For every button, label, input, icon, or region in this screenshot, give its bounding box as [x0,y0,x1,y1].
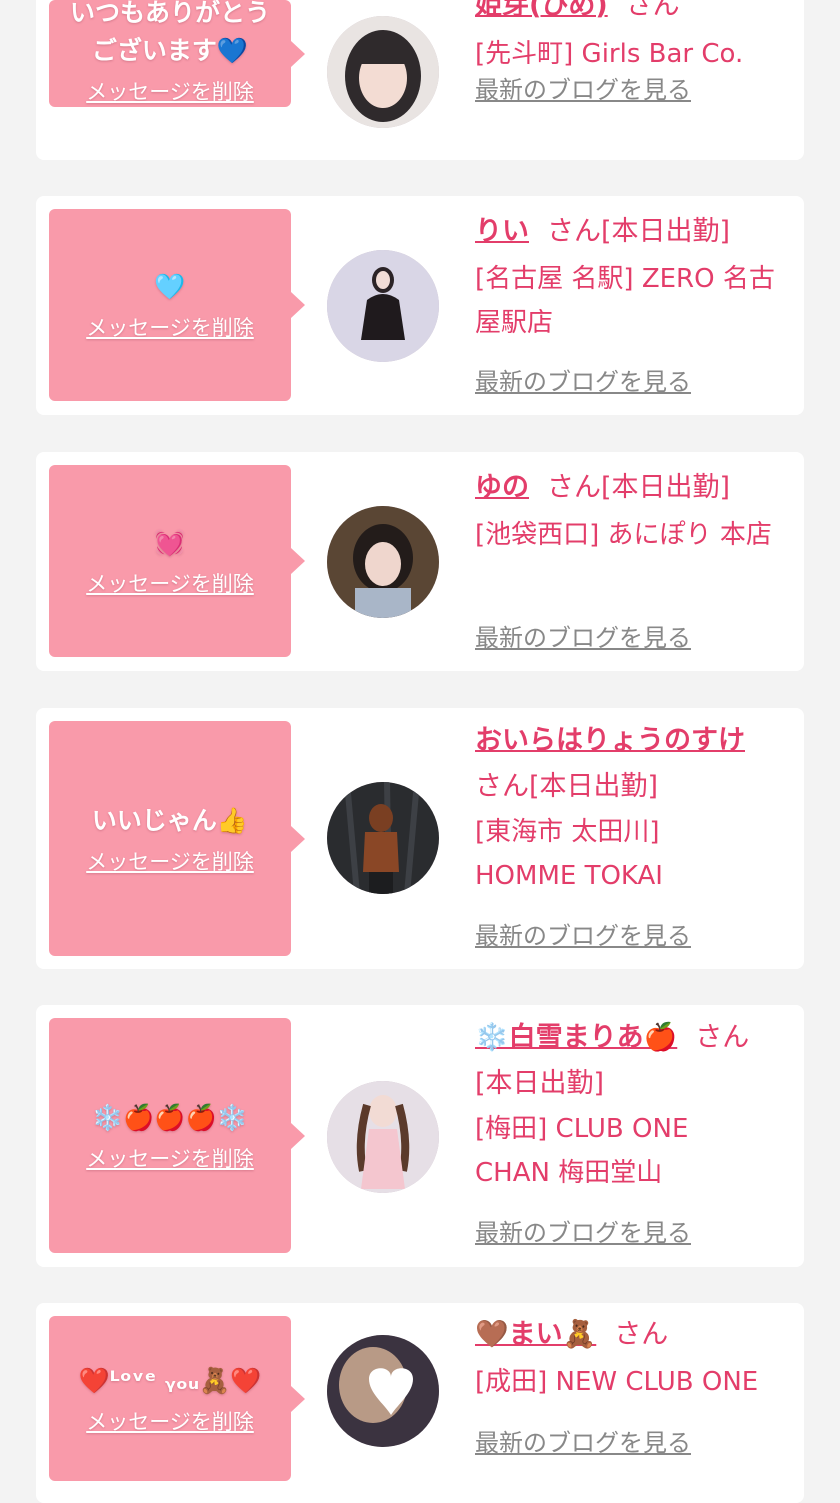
message-text: いいじゃん👍 [91,805,249,835]
delete-message-link[interactable]: メッセージを削除 [86,568,254,598]
message-bubble: ❤️ᴸᵒᵛᵉ ᵧₒᵤ🧸❤️ メッセージを削除 [49,1316,305,1481]
message-card: 💓 メッセージを削除 ゆの さん[本日出勤] [池袋西口] あにぽり 本店 最新の… [36,452,804,671]
message-bubble: 💓 メッセージを削除 [49,465,305,657]
girl-name-link[interactable]: 姫芽(ひめ) [475,0,608,21]
message-bubble: いつもありがとう ございます💙 メッセージを削除 [49,0,305,107]
girl-name-link[interactable]: おいらはりょうのすけ [475,725,745,756]
message-text: 💓 [154,528,186,557]
message-card: いつもありがとう ございます💙 メッセージを削除 姫芽(ひめ) さん [先斗町] … [36,0,804,160]
delete-message-link[interactable]: メッセージを削除 [86,846,254,876]
work-status: [本日出勤] [475,1068,605,1099]
latest-blog-link[interactable]: 最新のブログを見る [475,1213,691,1248]
message-card: 🩵 メッセージを削除 りい さん[本日出勤] [名古屋 名駅] ZERO 名古屋駅… [36,196,804,415]
avatar[interactable] [327,1335,439,1447]
girl-name-link[interactable]: ❄️白雪まりあ🍎 [475,1022,677,1053]
avatar-photo [327,250,439,362]
girl-info: ゆの さん[本日出勤] [池袋西口] あにぽり 本店 最新のブログを見る [475,452,795,652]
avatar[interactable] [327,16,439,128]
work-status: [本日出勤] [529,771,659,802]
latest-blog-link[interactable]: 最新のブログを見る [475,1423,691,1458]
avatar-photo [327,16,439,128]
work-status: [本日出勤] [601,216,731,247]
girl-info: りい さん[本日出勤] [名古屋 名駅] ZERO 名古屋駅店 最新のブログを見る [475,196,795,396]
avatar[interactable] [327,250,439,362]
girl-info: 🤎まい🧸 さん [成田] NEW CLUB ONE 最新のブログを見る [475,1303,795,1457]
shop-name: [東海市 太田川] HOMME TOKAI [475,817,663,891]
message-bubble: いいじゃん👍 メッセージを削除 [49,721,305,956]
latest-blog-link[interactable]: 最新のブログを見る [475,618,691,653]
latest-blog-link[interactable]: 最新のブログを見る [475,916,691,951]
avatar[interactable] [327,782,439,894]
honorific: さん [614,1319,669,1350]
shop-name: [成田] NEW CLUB ONE [475,1367,759,1397]
girl-name-link[interactable]: ゆの [475,472,529,503]
avatar-photo [327,782,439,894]
girl-info: ❄️白雪まりあ🍎 さん [本日出勤] [梅田] CLUB ONE CHAN 梅田堂山… [475,1005,795,1247]
honorific: さん [695,1022,750,1053]
message-text: ❄️🍎🍎🍎❄️ [92,1102,248,1132]
message-bubble: 🩵 メッセージを削除 [49,209,305,401]
message-text: 🩵 [154,272,186,301]
avatar-photo [327,1335,439,1447]
message-text: ❤️ᴸᵒᵛᵉ ᵧₒᵤ🧸❤️ [78,1365,262,1395]
avatar[interactable] [327,1081,439,1193]
latest-blog-link[interactable]: 最新のブログを見る [475,362,691,397]
work-status: [本日出勤] [601,472,731,503]
message-text: いつもありがとう ございます💙 [69,0,270,65]
message-card: ❤️ᴸᵒᵛᵉ ᵧₒᵤ🧸❤️ メッセージを削除 🤎まい🧸 さん [成田] NEW C… [36,1303,804,1503]
message-card: いいじゃん👍 メッセージを削除 おいらはりょうのすけ さん[本日出勤] [東海市 … [36,708,804,969]
girl-info: 姫芽(ひめ) さん [先斗町] Girls Bar Co. 最新のブログを見る [475,0,795,104]
girl-info: おいらはりょうのすけ さん[本日出勤] [東海市 太田川] HOMME TOKAI… [475,708,795,950]
honorific: さん [547,216,601,247]
honorific: さん [475,771,529,802]
avatar-photo [327,506,439,618]
delete-message-link[interactable]: メッセージを削除 [86,312,254,342]
delete-message-link[interactable]: メッセージを削除 [86,1143,254,1173]
delete-message-link[interactable]: メッセージを削除 [86,76,254,106]
avatar-photo [327,1081,439,1193]
shop-name: [池袋西口] あにぽり 本店 [475,520,772,550]
message-bubble: ❄️🍎🍎🍎❄️ メッセージを削除 [49,1018,305,1253]
shop-name: [名古屋 名駅] ZERO 名古屋駅店 [475,264,775,338]
honorific: さん [547,472,601,503]
message-card: ❄️🍎🍎🍎❄️ メッセージを削除 ❄️白雪まりあ🍎 さん [本日出勤] [梅田] C… [36,1005,804,1267]
girl-name-link[interactable]: りい [475,216,529,247]
latest-blog-link[interactable]: 最新のブログを見る [475,70,691,105]
shop-name: [梅田] CLUB ONE CHAN 梅田堂山 [475,1114,689,1188]
delete-message-link[interactable]: メッセージを削除 [86,1406,254,1436]
honorific: さん [625,0,680,21]
avatar[interactable] [327,506,439,618]
girl-name-link[interactable]: 🤎まい🧸 [475,1319,596,1350]
